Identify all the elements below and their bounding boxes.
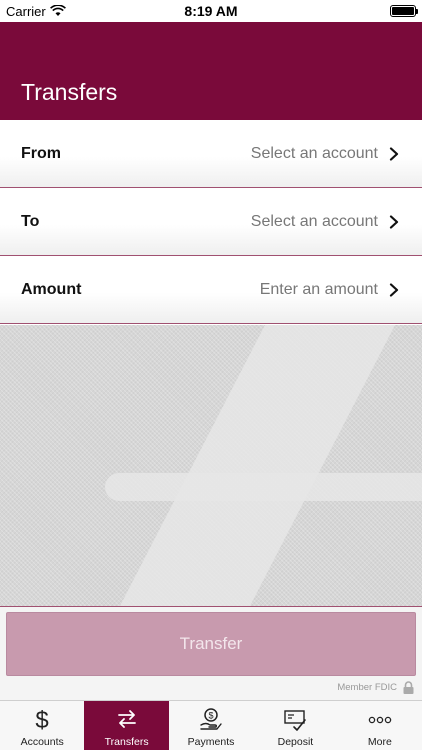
tab-transfers[interactable]: Transfers: [84, 701, 169, 750]
more-dots-icon: [368, 716, 392, 724]
tab-deposit[interactable]: Deposit: [253, 701, 337, 750]
chevron-right-icon: [389, 214, 399, 229]
from-label: From: [21, 144, 61, 162]
tab-label: Payments: [187, 736, 235, 748]
tab-label: Accounts: [20, 736, 64, 748]
amount-value: Enter an amount: [259, 280, 378, 298]
to-value: Select an account: [250, 212, 378, 230]
tab-label: Deposit: [277, 736, 314, 748]
to-label: To: [21, 212, 40, 230]
from-account-row[interactable]: From Select an account: [0, 120, 422, 188]
tab-label: Transfers: [104, 736, 149, 748]
transfer-form: From Select an account To Select an acco…: [0, 120, 422, 324]
dollar-icon: $: [36, 707, 49, 732]
chevron-right-icon: [389, 282, 399, 297]
wifi-icon: [49, 5, 66, 16]
tab-label: More: [367, 736, 392, 748]
tab-more[interactable]: More: [338, 701, 422, 750]
carrier-label: Carrier: [6, 3, 46, 19]
battery-icon: [390, 5, 418, 17]
member-fdic-label: Member FDIC: [337, 682, 397, 693]
brand-watermark: [0, 325, 422, 606]
svg-text:$: $: [209, 711, 214, 721]
transfer-arrows-icon: [117, 710, 136, 728]
tab-accounts[interactable]: $ Accounts: [0, 701, 84, 750]
tab-bar: $ Accounts Transfers $ Payments Deposit: [0, 700, 422, 750]
status-bar: Carrier 8:19 AM: [0, 0, 422, 22]
brand-logo-watermark: [105, 325, 422, 606]
member-fdic: Member FDIC: [337, 681, 414, 694]
amount-label: Amount: [21, 280, 82, 298]
transfer-button[interactable]: Transfer: [6, 612, 416, 676]
tab-payments[interactable]: $ Payments: [169, 701, 253, 750]
payment-hand-icon: $: [200, 708, 222, 730]
svg-text:$: $: [36, 707, 49, 732]
chevron-right-icon: [389, 146, 399, 161]
action-area: Transfer Member FDIC: [0, 606, 422, 700]
to-account-row[interactable]: To Select an account: [0, 188, 422, 256]
lock-icon: [403, 681, 414, 694]
header-bar: Transfers: [0, 22, 422, 120]
page-title: Transfers: [21, 79, 118, 105]
amount-row[interactable]: Amount Enter an amount: [0, 256, 422, 324]
check-deposit-icon: [284, 710, 307, 731]
from-value: Select an account: [250, 144, 378, 162]
